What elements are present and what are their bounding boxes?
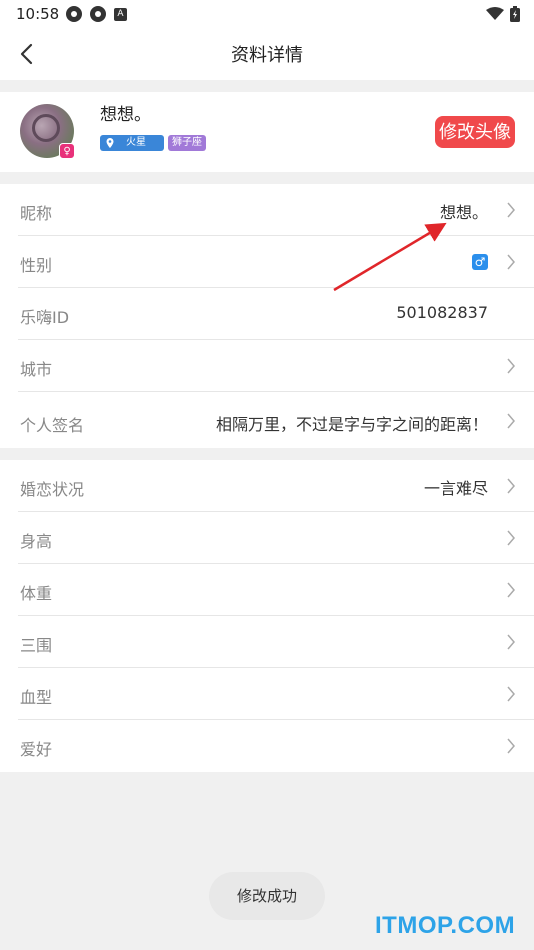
zodiac-tag: 狮子座 [168, 135, 206, 151]
row-nickname[interactable]: 昵称 想想。 [18, 184, 534, 236]
planet-tag: 火星 [100, 135, 164, 151]
chevron-right-icon [507, 530, 515, 546]
row-label: 爱好 [20, 740, 53, 759]
chevron-right-icon [507, 358, 515, 374]
row-value: 一言难尽 [423, 479, 488, 498]
row-blood-type[interactable]: 血型 [18, 668, 534, 720]
row-height[interactable]: 身高 [18, 512, 534, 564]
red-arrow-annotation [333, 222, 447, 292]
chevron-right-icon [507, 254, 515, 270]
row-marital-status[interactable]: 婚恋状况 一言难尽 [18, 460, 534, 512]
location-pin-icon [106, 138, 114, 148]
row-gender[interactable]: 性别 ♂ [18, 236, 534, 288]
battery-icon [510, 6, 520, 22]
page-title: 资料详情 [231, 45, 303, 66]
chevron-right-icon [507, 478, 515, 494]
row-label: 昵称 [20, 204, 53, 223]
chevron-right-icon [507, 738, 515, 754]
avatar-badge-icon: ♀ [59, 143, 75, 159]
row-label: 个人签名 [20, 416, 85, 435]
row-label: 血型 [20, 688, 53, 707]
profile-card: ♀ 想想。 火星 狮子座 修改头像 [0, 92, 534, 172]
app-notification-icon-2 [90, 6, 106, 22]
toast-message: 修改成功 [209, 872, 325, 920]
row-id: 乐嗨ID 501082837 [18, 288, 534, 340]
chevron-right-icon [507, 413, 515, 429]
row-label: 身高 [20, 532, 53, 551]
row-weight[interactable]: 体重 [18, 564, 534, 616]
edit-avatar-button[interactable]: 修改头像 [435, 116, 515, 148]
profile-nickname: 想想。 [100, 105, 151, 125]
chevron-right-icon [507, 686, 515, 702]
watermark: ITMOP.COM [375, 912, 516, 939]
male-icon: ♂ [472, 254, 488, 270]
row-label: 婚恋状况 [20, 480, 85, 499]
row-signature[interactable]: 个人签名 相隔万里，不过是字与字之间的距离！ [18, 392, 534, 448]
personal-details-section: 婚恋状况 一言难尽 身高 体重 三围 血型 爱好 [0, 460, 534, 772]
row-value: 501082837 [396, 303, 488, 322]
row-hobbies[interactable]: 爱好 [18, 720, 534, 772]
a-notification-icon: A [114, 7, 127, 21]
row-value: 相隔万里，不过是字与字之间的距离！ [215, 415, 488, 434]
row-label: 体重 [20, 584, 53, 603]
top-bar: 资料详情 [0, 28, 534, 80]
chevron-right-icon [507, 202, 515, 218]
basic-info-section: 昵称 想想。 性别 ♂ 乐嗨ID 501082837 城市 个人签名 相隔万里，… [0, 184, 534, 448]
row-label: 三围 [20, 636, 53, 655]
app-notification-icon [66, 6, 82, 22]
status-time: 10:58 [16, 5, 60, 23]
chevron-right-icon [507, 582, 515, 598]
chevron-right-icon [507, 634, 515, 650]
row-measurements[interactable]: 三围 [18, 616, 534, 668]
row-label: 性别 [20, 256, 53, 275]
planet-tag-label: 火星 [126, 137, 146, 148]
status-bar: 10:58 A [0, 0, 534, 28]
row-label: 乐嗨ID [20, 308, 70, 327]
notification-icons: A [66, 6, 127, 22]
row-city[interactable]: 城市 [18, 340, 534, 392]
row-label: 城市 [20, 360, 53, 379]
wifi-icon [486, 7, 504, 20]
status-right-icons [486, 6, 520, 22]
